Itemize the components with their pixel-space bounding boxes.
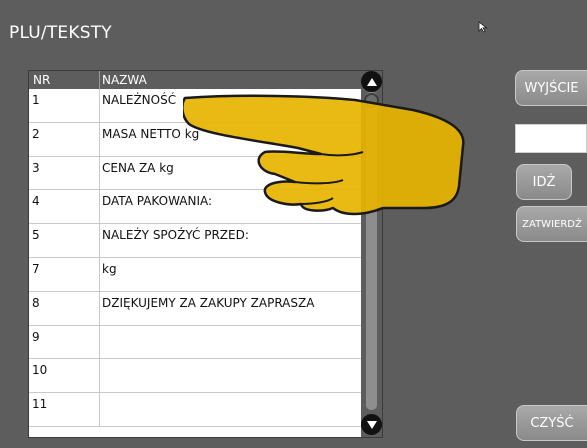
scroll-down-button[interactable]	[361, 414, 382, 435]
search-input[interactable]	[515, 124, 587, 153]
pointing-hand-icon	[183, 94, 465, 216]
table-row[interactable]: 8 DZIĘKUJEMY ZA ZAKUPY ZAPRASZA	[29, 291, 361, 326]
exit-button[interactable]: WYJŚCIE	[515, 70, 587, 106]
scroll-down-icon	[366, 420, 377, 429]
table-header: NR NAZWA	[29, 71, 361, 89]
column-divider	[99, 393, 100, 426]
column-divider	[99, 359, 100, 393]
column-divider	[99, 257, 100, 291]
row-nr: 2	[32, 126, 40, 141]
row-nr: 8	[32, 295, 40, 310]
column-divider	[99, 89, 100, 122]
confirm-button[interactable]: ZATWIERDŹ	[516, 206, 587, 242]
table-row[interactable]: 5 NALEŻY SPOŻYĆ PRZED:	[29, 224, 361, 258]
row-name: DZIĘKUJEMY ZA ZAKUPY ZAPRASZA	[102, 295, 315, 310]
table-row[interactable]: 10	[29, 359, 361, 394]
column-divider	[99, 156, 100, 190]
row-nr: 10	[32, 363, 48, 378]
table-row[interactable]: 11	[29, 393, 361, 427]
row-nr: 9	[32, 329, 40, 344]
row-name: NALEŻNOŚĆ	[102, 93, 177, 107]
column-divider	[99, 291, 100, 325]
row-nr: 1	[32, 93, 40, 107]
row-nr: 3	[32, 160, 40, 175]
column-header-nr: NR	[33, 73, 51, 87]
table-row[interactable]: 9	[29, 325, 361, 360]
row-name: CENA ZA kg	[102, 160, 174, 175]
row-name: kg	[102, 261, 117, 276]
table-row[interactable]: 7 kg	[29, 257, 361, 292]
scroll-up-icon	[366, 77, 377, 86]
row-name: NALEŻY SPOŻYĆ PRZED:	[102, 228, 249, 243]
column-divider	[99, 325, 100, 359]
column-divider	[99, 190, 100, 224]
column-divider	[99, 122, 100, 156]
column-divider	[99, 224, 100, 257]
mouse-cursor-icon	[478, 21, 488, 33]
row-nr: 7	[32, 261, 40, 276]
go-button[interactable]: IDŹ	[516, 164, 572, 200]
column-header-name: NAZWA	[102, 73, 147, 87]
row-nr: 11	[32, 397, 48, 412]
row-nr: 5	[32, 228, 40, 243]
scroll-up-button[interactable]	[361, 71, 382, 92]
page-title: PLU/TEKSTY	[9, 23, 112, 43]
column-divider	[99, 71, 100, 89]
row-nr: 4	[32, 194, 40, 209]
clear-button[interactable]: CZYŚĆ	[516, 405, 587, 441]
